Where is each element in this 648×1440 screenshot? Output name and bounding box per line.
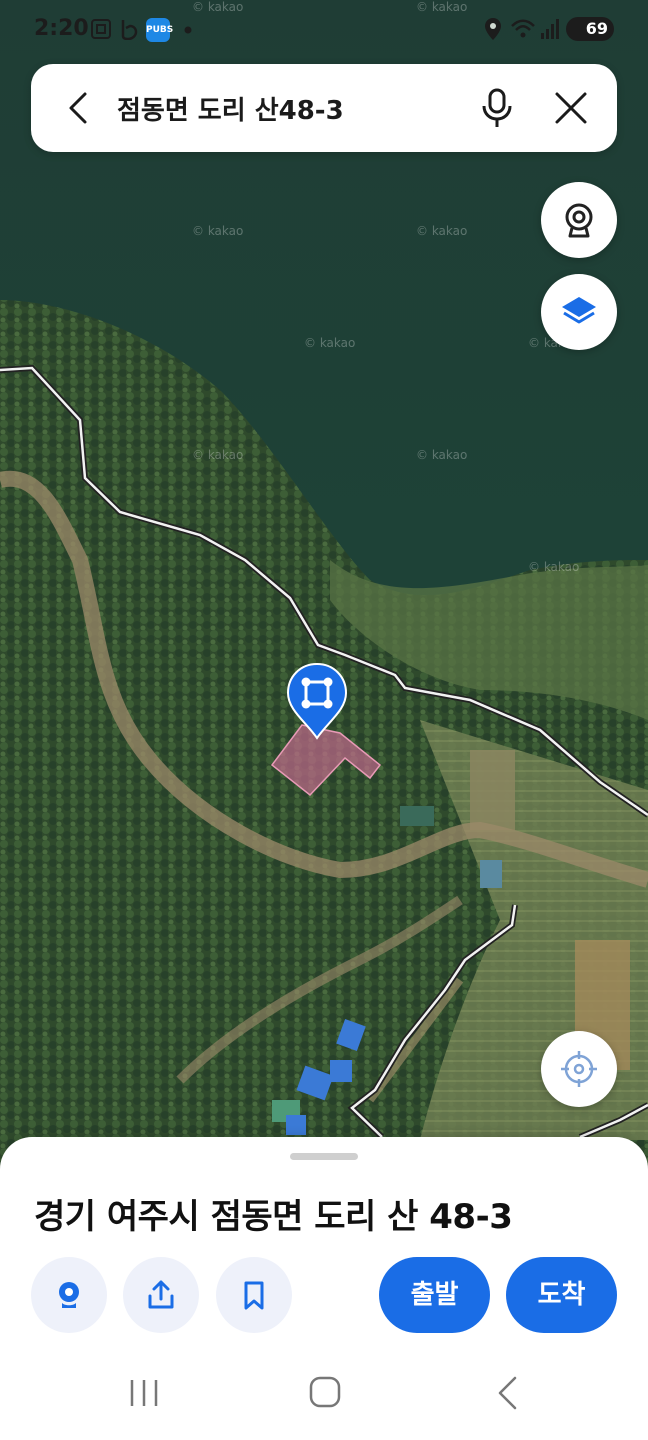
depart-button[interactable]: 출발 <box>379 1257 490 1333</box>
pubs-app-icon: PUBS <box>146 18 173 42</box>
search-bar[interactable]: 점동면 도리 산48-3 <box>31 64 617 152</box>
battery-indicator: 69 <box>566 17 614 41</box>
close-icon[interactable] <box>551 88 591 128</box>
roadview-camera-icon <box>565 203 593 238</box>
status-bar: 2:20 PUBS 69 <box>0 0 648 58</box>
bookmark-button[interactable] <box>216 1257 292 1333</box>
back-arrow-icon[interactable] <box>59 88 99 128</box>
current-location-button[interactable] <box>541 1031 617 1107</box>
layers-icon <box>562 297 596 324</box>
nav-back-icon[interactable] <box>496 1376 518 1410</box>
location-marker-icon[interactable] <box>286 662 348 740</box>
map-watermark: © kakao <box>416 224 468 238</box>
battery-level: 69 <box>585 19 608 38</box>
screenshot-icon <box>91 19 111 39</box>
sheet-drag-handle[interactable] <box>290 1153 358 1160</box>
arrive-button[interactable]: 도착 <box>506 1257 617 1333</box>
crosshair-icon <box>561 1051 597 1087</box>
roadview-icon <box>59 1282 79 1308</box>
roadview-button[interactable] <box>541 182 617 258</box>
map-watermark: © kakao <box>192 448 244 462</box>
bookmark-icon <box>244 1281 264 1310</box>
map-watermark: © kakao <box>528 560 580 574</box>
band-app-icon <box>121 20 138 40</box>
recent-apps-icon[interactable] <box>128 1378 160 1408</box>
map-layers-button[interactable] <box>541 274 617 350</box>
map-watermark: © kakao <box>304 336 356 350</box>
search-query[interactable]: 점동면 도리 산48-3 <box>117 90 344 127</box>
roadview-place-button[interactable] <box>31 1257 107 1333</box>
microphone-icon[interactable] <box>475 86 519 130</box>
share-button[interactable] <box>123 1257 199 1333</box>
share-icon <box>148 1280 174 1309</box>
notification-dot-icon <box>184 26 192 34</box>
status-time: 2:20 <box>34 16 89 41</box>
place-address: 경기 여주시 점동면 도리 산 48-3 <box>34 1197 513 1237</box>
map-watermark: © kakao <box>192 224 244 238</box>
location-pin-icon <box>485 18 501 40</box>
wifi-icon <box>511 19 535 38</box>
signal-icon <box>541 19 559 39</box>
home-icon[interactable] <box>309 1376 341 1408</box>
map-watermark: © kakao <box>416 448 468 462</box>
system-nav-bar <box>0 1350 648 1440</box>
